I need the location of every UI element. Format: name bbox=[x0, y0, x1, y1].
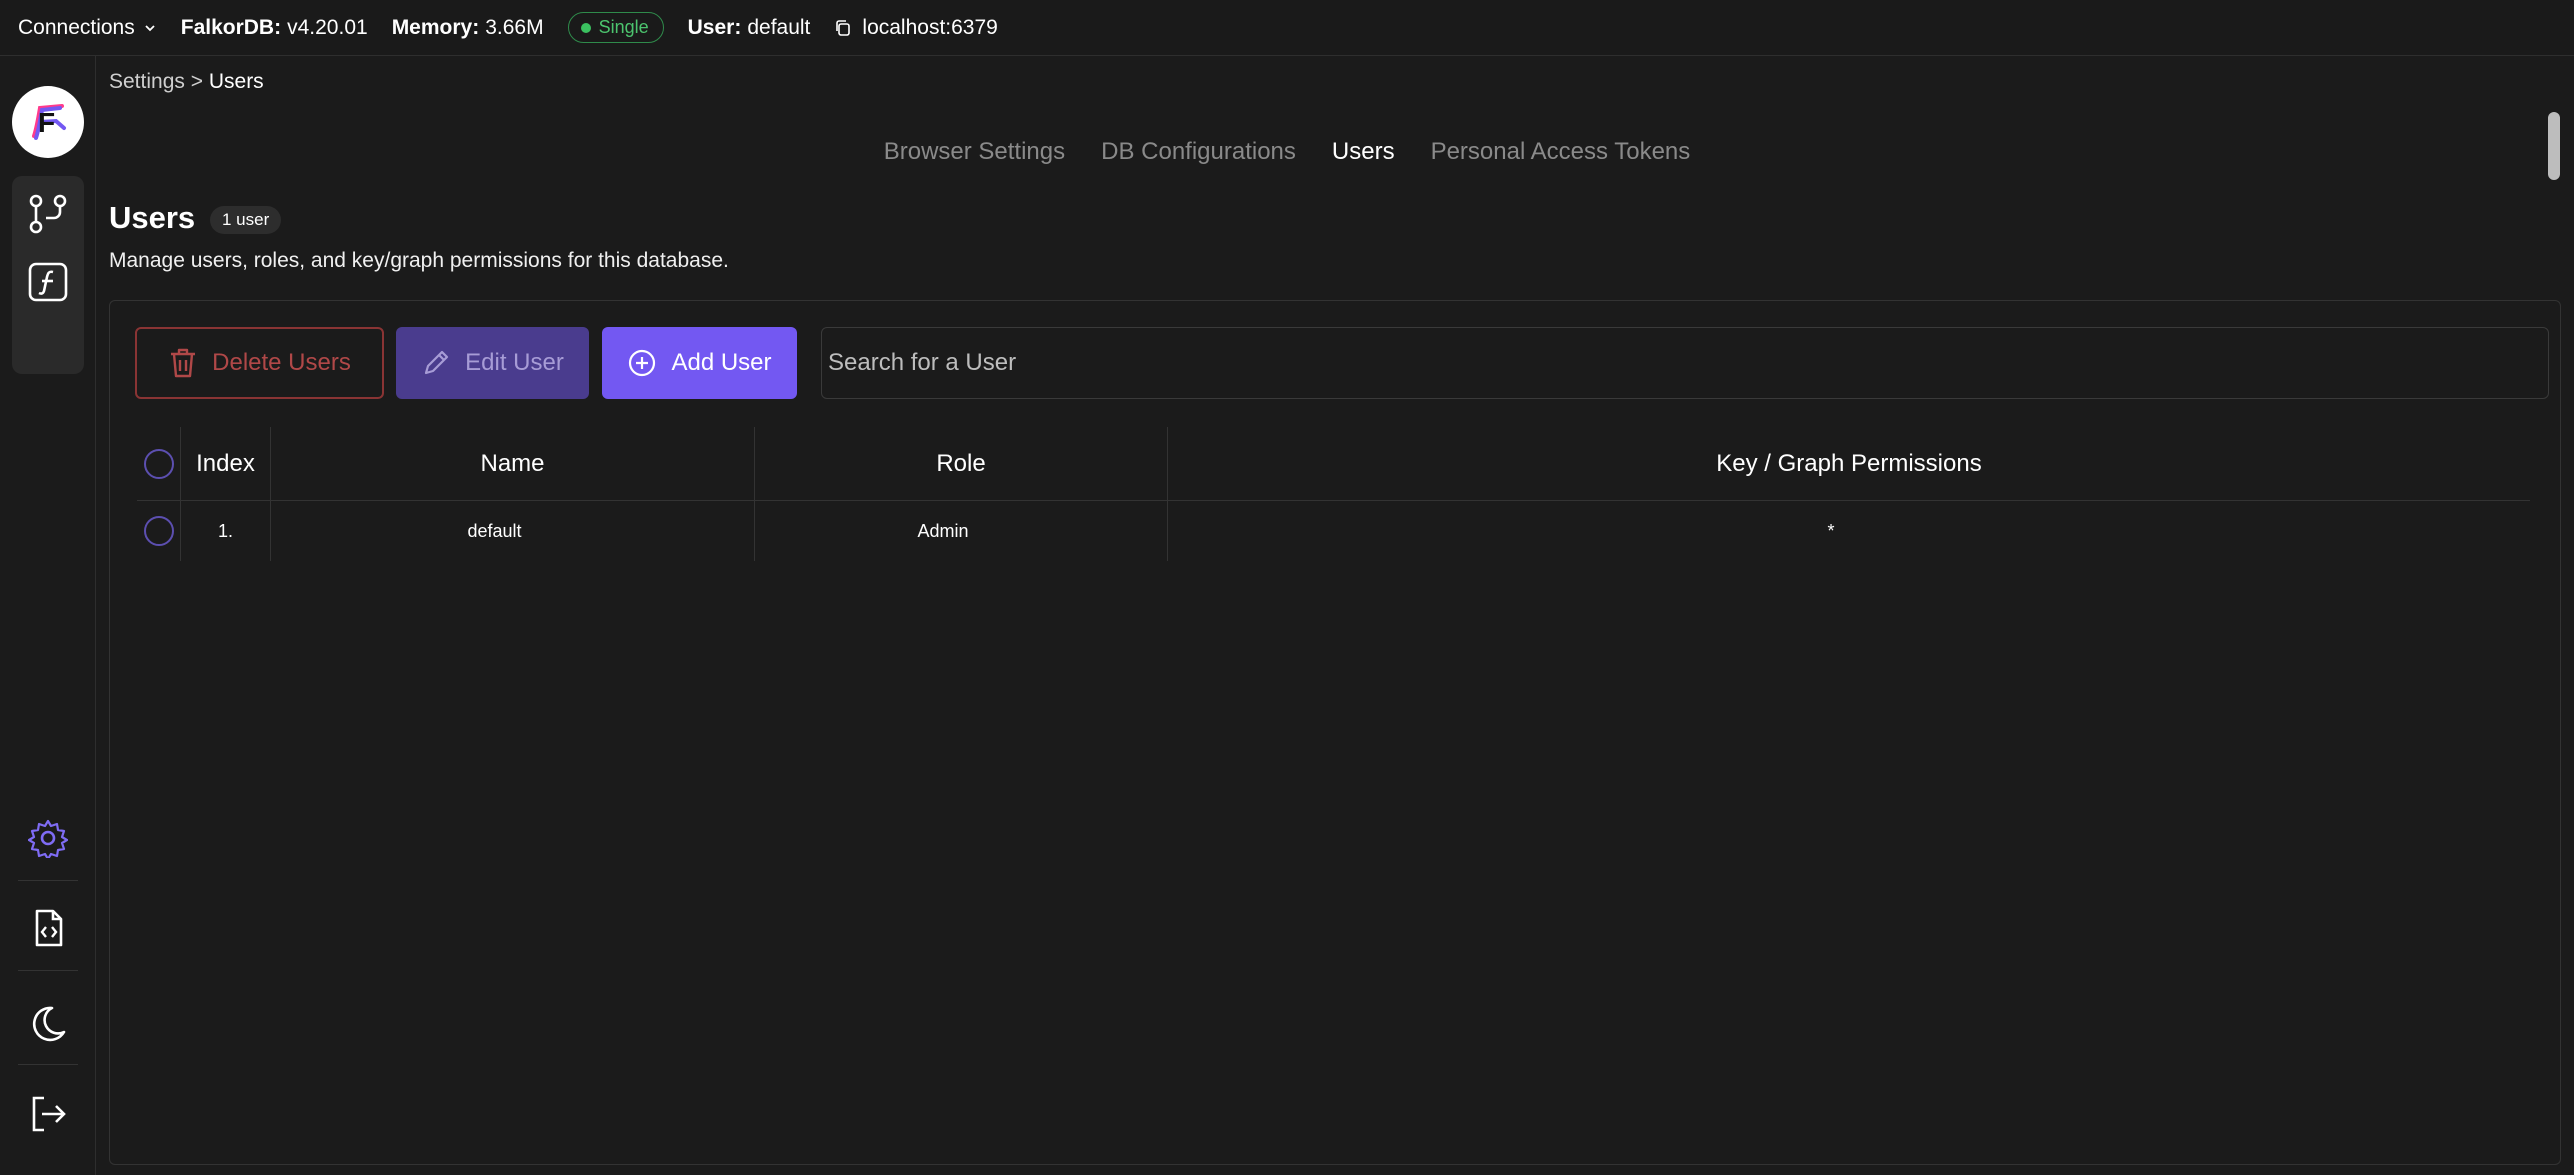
logout-button[interactable] bbox=[24, 1090, 72, 1138]
header-checkbox-cell bbox=[137, 427, 180, 500]
connections-dropdown[interactable]: Connections bbox=[18, 16, 157, 40]
select-all-checkbox[interactable] bbox=[143, 448, 174, 479]
row-checkbox-cell bbox=[137, 501, 180, 561]
row-role: Admin bbox=[754, 501, 1167, 561]
user-count-badge: 1 user bbox=[210, 206, 282, 234]
logout-icon bbox=[32, 1096, 66, 1132]
db-value: v4.20.01 bbox=[287, 15, 368, 39]
copy-icon bbox=[836, 19, 851, 36]
functions-button[interactable] bbox=[24, 258, 72, 306]
breadcrumb-separator: > bbox=[190, 70, 203, 93]
user-key: User: bbox=[687, 15, 742, 39]
breadcrumb-current: Users bbox=[208, 70, 264, 93]
table-row[interactable]: 1. default Admin * bbox=[137, 501, 2530, 561]
tab-users[interactable]: Users bbox=[1332, 138, 1395, 166]
theme-toggle-button[interactable] bbox=[24, 1000, 72, 1048]
db-key: FalkorDB: bbox=[180, 15, 282, 39]
memory-key: Memory: bbox=[391, 15, 480, 39]
nav-group bbox=[12, 176, 84, 374]
row-checkbox[interactable] bbox=[143, 516, 174, 546]
sidebar-divider bbox=[18, 970, 78, 971]
db-version: FalkorDB: v4.20.01 bbox=[181, 16, 368, 40]
tab-db-configurations[interactable]: DB Configurations bbox=[1101, 138, 1296, 166]
search-user-input[interactable] bbox=[821, 327, 2549, 399]
page-scrollbar[interactable] bbox=[2548, 112, 2560, 180]
header-role: Role bbox=[754, 427, 1167, 500]
docs-icon bbox=[35, 909, 63, 947]
docs-button[interactable] bbox=[24, 904, 72, 952]
header-index: Index bbox=[180, 427, 270, 500]
edit-user-button[interactable]: Edit User bbox=[396, 327, 589, 399]
user-value: default bbox=[747, 15, 811, 39]
graph-schema-button[interactable] bbox=[24, 190, 72, 238]
sidebar-divider bbox=[18, 1064, 78, 1065]
delete-users-label: Delete Users bbox=[212, 349, 351, 376]
memory-value: 3.66M bbox=[485, 15, 544, 39]
table-header-row: Index Name Role Key / Graph Permissions bbox=[137, 427, 2530, 501]
mode-badge: Single bbox=[567, 12, 664, 43]
row-name: default bbox=[270, 501, 754, 561]
edit-user-label: Edit User bbox=[465, 349, 564, 376]
memory-info: Memory: 3.66M bbox=[392, 16, 544, 40]
breadcrumb-parent[interactable]: Settings bbox=[109, 70, 185, 93]
chevron-down-icon bbox=[145, 24, 155, 31]
moon-icon bbox=[32, 1006, 66, 1042]
breadcrumb: Settings > Users bbox=[109, 70, 264, 94]
current-user: User: default bbox=[688, 16, 811, 40]
page-subtitle: Manage users, roles, and key/graph permi… bbox=[109, 249, 729, 272]
row-index: 1. bbox=[180, 501, 270, 561]
settings-icon bbox=[28, 819, 68, 858]
function-icon bbox=[28, 262, 68, 302]
tab-browser-settings[interactable]: Browser Settings bbox=[884, 138, 1065, 166]
mode-label: Single bbox=[598, 17, 649, 37]
row-permissions: * bbox=[1167, 501, 2530, 561]
logo-letter: F bbox=[38, 107, 55, 138]
connections-label: Connections bbox=[18, 15, 135, 39]
sidebar: F bbox=[0, 56, 96, 1175]
page-title: Users bbox=[109, 200, 196, 235]
add-user-label: Add User bbox=[671, 349, 772, 376]
plus-circle-icon bbox=[629, 349, 656, 377]
settings-button[interactable] bbox=[24, 814, 72, 862]
graph-schema-icon bbox=[29, 194, 67, 234]
trash-icon bbox=[171, 348, 196, 378]
users-table: Index Name Role Key / Graph Permissions … bbox=[137, 427, 2530, 561]
users-panel: Delete Users Edit User Add User Index Na… bbox=[109, 300, 2561, 1165]
status-dot-icon bbox=[580, 22, 591, 33]
pencil-icon bbox=[425, 350, 449, 375]
tab-personal-access-tokens[interactable]: Personal Access Tokens bbox=[1431, 138, 1691, 166]
header-name: Name bbox=[270, 427, 754, 500]
sidebar-divider bbox=[18, 880, 78, 881]
top-bar: Connections FalkorDB: v4.20.01 Memory: 3… bbox=[0, 0, 2574, 56]
host-copy[interactable]: localhost:6379 bbox=[834, 15, 998, 40]
delete-users-button[interactable]: Delete Users bbox=[135, 327, 384, 399]
settings-tabs: Browser Settings DB Configurations Users… bbox=[0, 138, 2574, 166]
host-label: localhost:6379 bbox=[862, 15, 998, 39]
header-permissions: Key / Graph Permissions bbox=[1167, 427, 2530, 500]
add-user-button[interactable]: Add User bbox=[602, 327, 797, 399]
